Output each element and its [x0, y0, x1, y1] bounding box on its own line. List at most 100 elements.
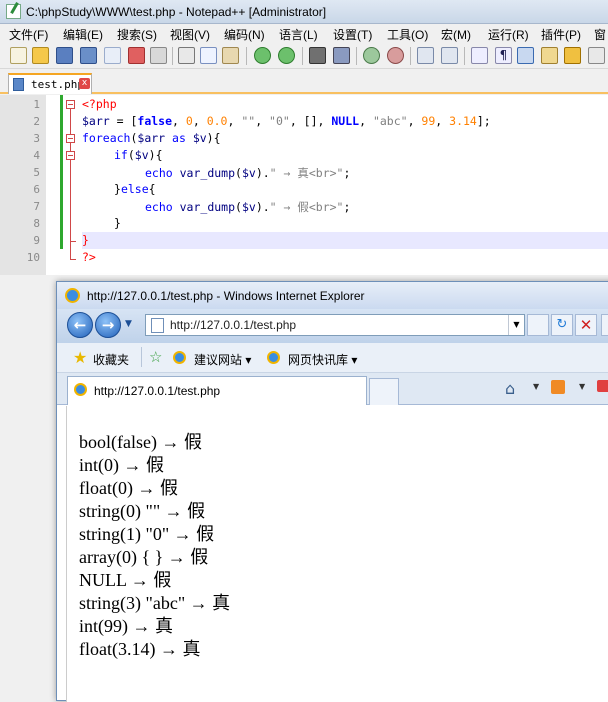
forward-button[interactable]: →	[95, 312, 121, 338]
toolbar-separator	[356, 47, 357, 65]
output-line: float(3.14) → 真	[79, 639, 201, 659]
stop-icon[interactable]: ✕	[575, 314, 597, 336]
address-url[interactable]: http://127.0.0.1/test.php	[170, 318, 296, 332]
save-all-icon[interactable]	[80, 47, 97, 64]
save-icon[interactable]	[56, 47, 73, 64]
feed-dropdown-chevron-down-icon[interactable]: ▼	[579, 382, 585, 391]
menu-language[interactable]: 语言(L)	[279, 26, 318, 43]
show-all-chars-icon[interactable]: ¶	[495, 47, 512, 64]
line-number: 3	[33, 132, 40, 145]
tab-close-icon[interactable]: x	[79, 78, 90, 89]
menu-view[interactable]: 视图(V)	[170, 26, 210, 43]
search-box[interactable]	[601, 314, 608, 336]
tab-label: test.php	[31, 78, 84, 91]
menu-run[interactable]: 运行(R)	[488, 26, 529, 43]
line-number: 8	[33, 217, 40, 230]
code-token: (	[127, 148, 135, 162]
code-token: 0	[185, 114, 193, 128]
fold-toggle-icon[interactable]	[66, 134, 75, 143]
code-token: ,	[359, 114, 373, 128]
code-token: echo	[145, 166, 173, 180]
new-tab-button[interactable]	[369, 378, 399, 405]
npp-titlebar[interactable]: C:\phpStudy\WWW\test.php - Notepad++ [Ad…	[0, 0, 608, 24]
code-token: ""	[241, 114, 256, 128]
indent-guide-icon[interactable]	[517, 47, 534, 64]
code-token: $v	[192, 131, 207, 145]
back-button[interactable]: ←	[67, 312, 93, 338]
tab-test-php[interactable]: test.php x	[8, 73, 92, 94]
page-icon	[151, 318, 164, 333]
compatibility-view-icon[interactable]	[527, 314, 549, 336]
code-token: ];	[476, 114, 491, 128]
code-token: ,	[435, 114, 450, 128]
word-wrap-icon[interactable]	[471, 47, 488, 64]
code-line-7: echo var_dump($v)." → 假<br>";	[145, 199, 350, 215]
ie-titlebar[interactable]: http://127.0.0.1/test.php - Windows Inte…	[57, 282, 608, 309]
zoom-in-icon[interactable]	[363, 47, 380, 64]
menu-encoding[interactable]: 编码(N)	[224, 26, 265, 43]
code-token: ,	[172, 114, 186, 128]
suggested-sites[interactable]: 建议网站 ▾	[194, 351, 251, 368]
code-token: {	[148, 182, 156, 196]
copy-icon[interactable]	[200, 47, 217, 64]
open-file-icon[interactable]	[32, 47, 49, 64]
code-token: $arr	[137, 131, 166, 145]
print-icon[interactable]	[150, 47, 167, 64]
undo-icon[interactable]	[254, 47, 271, 64]
menu-settings[interactable]: 设置(T)	[333, 26, 372, 43]
sync-horizontal-icon[interactable]	[441, 47, 458, 64]
address-bar[interactable]: http://127.0.0.1/test.php ▼	[145, 314, 525, 336]
function-list-icon[interactable]	[588, 47, 605, 64]
cut-icon[interactable]	[178, 47, 195, 64]
home-icon[interactable]: ⌂	[505, 379, 515, 398]
address-dropdown-chevron-down-icon[interactable]: ▼	[508, 315, 524, 335]
code-line-6: }else{	[114, 182, 156, 196]
toolbar-separator	[246, 47, 247, 65]
sync-vertical-icon[interactable]	[417, 47, 434, 64]
replace-icon[interactable]	[333, 47, 350, 64]
code-line-3: foreach($arr as $v){	[82, 131, 221, 145]
add-favorite-star-icon[interactable]: ☆	[149, 348, 162, 366]
code-editor[interactable]: 1 2 3 4 5 6 7 8 9 10 <?php $arr = [false…	[0, 95, 608, 275]
line-number: 5	[33, 166, 40, 179]
doc-map-icon[interactable]	[564, 47, 581, 64]
close-icon[interactable]	[104, 47, 121, 64]
rss-feed-icon[interactable]	[551, 380, 565, 394]
menu-plugins[interactable]: 插件(P)	[541, 26, 581, 43]
code-line-8: }	[114, 216, 121, 230]
favorites-button[interactable]: 收藏夹	[93, 351, 129, 368]
refresh-icon[interactable]: ↻	[551, 314, 573, 336]
web-slice-gallery[interactable]: 网页快讯库 ▾	[288, 351, 357, 368]
code-token: if	[114, 148, 128, 162]
ie-tab-title: http://127.0.0.1/test.php	[94, 384, 221, 398]
user-define-icon[interactable]	[541, 47, 558, 64]
paste-icon[interactable]	[222, 47, 239, 64]
ie-tab-test-php[interactable]: http://127.0.0.1/test.php	[67, 376, 367, 405]
close-all-icon[interactable]	[128, 47, 145, 64]
find-icon[interactable]	[309, 47, 326, 64]
line-number: 6	[33, 183, 40, 196]
file-icon	[13, 78, 24, 91]
read-mail-icon[interactable]	[597, 380, 608, 392]
menu-file[interactable]: 文件(F)	[9, 26, 48, 43]
ie-page-icon	[74, 383, 87, 396]
code-token: , [],	[289, 114, 332, 128]
menu-edit[interactable]: 编辑(E)	[63, 26, 103, 43]
star-icon[interactable]: ★	[73, 348, 87, 368]
menu-tools[interactable]: 工具(O)	[387, 26, 428, 43]
new-file-icon[interactable]	[10, 47, 27, 64]
line-number: 2	[33, 115, 40, 128]
fold-toggle-icon[interactable]	[66, 151, 75, 160]
menu-macro[interactable]: 宏(M)	[441, 26, 471, 43]
redo-icon[interactable]	[278, 47, 295, 64]
code-token: = [	[109, 114, 138, 128]
fold-toggle-icon[interactable]	[66, 100, 75, 109]
zoom-out-icon[interactable]	[387, 47, 404, 64]
recent-pages-chevron-down-icon[interactable]: ▼	[125, 319, 132, 329]
code-token: ,	[192, 114, 207, 128]
menu-search[interactable]: 搜索(S)	[117, 26, 157, 43]
ie-window-title: http://127.0.0.1/test.php - Windows Inte…	[87, 289, 365, 303]
npp-toolbar: ¶	[0, 43, 608, 69]
menu-window[interactable]: 窗	[594, 26, 606, 43]
home-dropdown-chevron-down-icon[interactable]: ▼	[533, 382, 539, 391]
